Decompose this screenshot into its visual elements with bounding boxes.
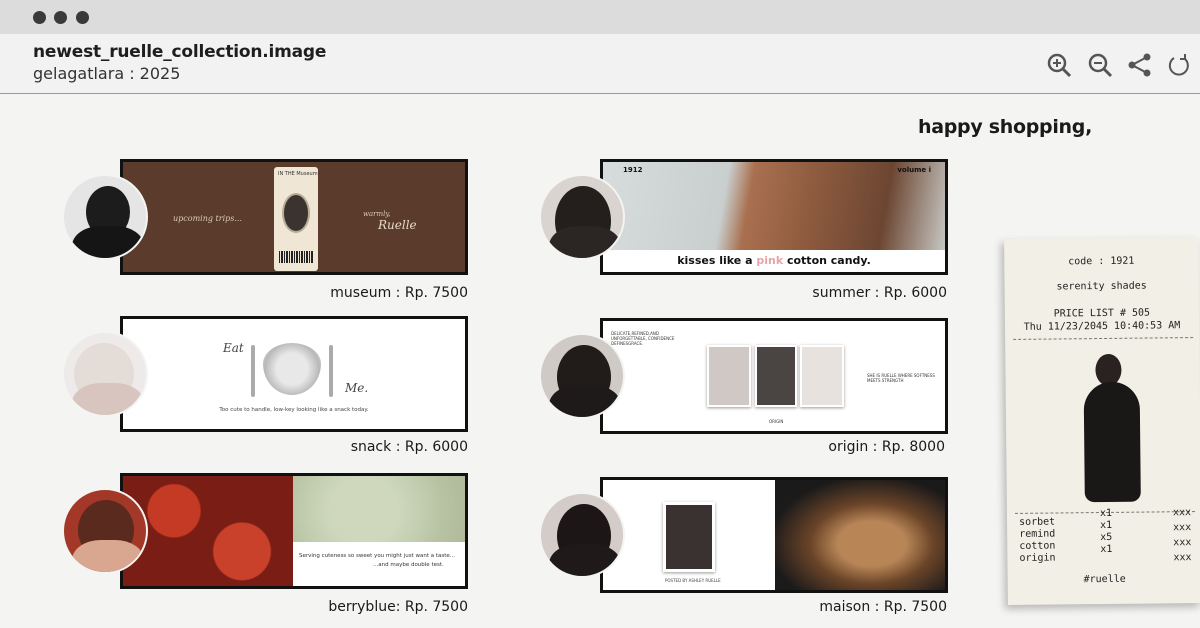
avatar-body (549, 385, 621, 417)
receipt-item-name: origin (1019, 552, 1056, 564)
receipt-item-qty: x1 (1100, 519, 1113, 532)
origin-photo-2 (755, 345, 797, 407)
museum-avatar[interactable] (62, 174, 148, 260)
origin-text-top: DELICATE,REFINED,AND UNFORGETTABLE, CONF… (611, 331, 675, 346)
receipt-code: code : 1921 (1068, 255, 1135, 268)
summer-landscape-photo (603, 162, 945, 250)
summer-number: 1912 (623, 166, 643, 174)
receipt-hashtag: #ruelle (1083, 573, 1126, 586)
receipt-item-price: xxx (1172, 507, 1192, 519)
ticket-portrait (282, 193, 310, 233)
receipt-item-price: xxx (1173, 552, 1192, 564)
avatar-body (549, 226, 621, 258)
receipt-item-name: sorbet (1018, 516, 1056, 528)
receipt-item-qtys: x1 x1 x5 x1 (1100, 508, 1113, 556)
ticket-text: IN THE Museum (278, 171, 318, 177)
summer-avatar[interactable] (539, 174, 625, 260)
receipt-item-qty: x1 (1100, 543, 1113, 556)
receipt-datetime: Thu 11/23/2045 10:40:53 AM (1023, 320, 1181, 333)
museum-ticket-image: IN THE Museum (274, 167, 318, 271)
file-subtitle: gelagatlara : 2025 (33, 64, 181, 83)
summer-volume: volume i (897, 166, 931, 174)
receipt-price-list: PRICE LIST # 505 (1053, 307, 1151, 320)
maison-leather-image (775, 480, 945, 590)
maison-polaroid-photo (663, 502, 715, 572)
snack-avatar[interactable] (62, 331, 148, 417)
snack-banner[interactable]: Eat Me. Too cute to handle, low-key look… (120, 316, 468, 432)
receipt-item-names: sorbet remind cotton origin (1019, 517, 1056, 565)
heart-plate-image (263, 343, 321, 395)
summer-price: summer : Rp. 6000 (812, 285, 947, 301)
maison-banner[interactable]: POSTED BY ASHLEY RUELLE (600, 477, 948, 593)
berryblue-banner[interactable]: Serving cuteness so sweet you might just… (120, 473, 468, 589)
refresh-icon[interactable] (1166, 52, 1192, 78)
origin-text-right: SHE IS RUELLE WHERE SOFTNESS MEETS STREN… (867, 373, 935, 383)
window-minimize-dot[interactable] (54, 11, 67, 24)
receipt-item-name: remind (1019, 528, 1056, 540)
origin-photo-1 (707, 345, 751, 407)
origin-banner[interactable]: DELICATE,REFINED,AND UNFORGETTABLE, CONF… (600, 318, 948, 434)
origin-photo-3 (800, 345, 844, 407)
caption-part: kisses like a (677, 254, 757, 267)
avatar-body (72, 383, 144, 415)
museum-banner-text: upcoming trips... (173, 214, 242, 223)
window-close-dot[interactable] (33, 11, 46, 24)
file-name: newest_ruelle_collection.image (33, 42, 327, 62)
avatar-body (549, 544, 621, 576)
image-header: newest_ruelle_collection.image gelagatla… (0, 34, 1200, 94)
avatar-body (72, 540, 144, 572)
price-receipt: code : 1921 serenity shades PRICE LIST #… (1004, 236, 1200, 606)
caption-highlight: pink (756, 254, 784, 267)
zoom-in-icon[interactable] (1046, 52, 1072, 78)
museum-banner[interactable]: upcoming trips... IN THE Museum warmly, … (120, 159, 468, 275)
receipt-item-prices: xxx xxx xxx xxx (1173, 505, 1192, 565)
fork-icon (251, 345, 255, 397)
museum-price: museum : Rp. 7500 (330, 285, 468, 301)
receipt-item-qty: x5 (1100, 531, 1113, 544)
berryblue-price: berryblue: Rp. 7500 (328, 599, 468, 615)
snack-me-text: Me. (345, 381, 369, 395)
window-maximize-dot[interactable] (76, 11, 89, 24)
summer-caption: kisses like a pink cotton candy. (603, 254, 945, 267)
summer-banner[interactable]: 1912 volume i kisses like a pink cotton … (600, 159, 948, 275)
snack-caption: Too cute to handle, low-key looking like… (219, 407, 369, 413)
avatar-body (72, 226, 144, 258)
berryblue-avatar[interactable] (62, 488, 148, 574)
barcode-icon (279, 251, 313, 263)
tagline: happy shopping, (918, 116, 1092, 138)
maison-avatar[interactable] (539, 492, 625, 578)
receipt-item-name: cotton (1019, 540, 1056, 552)
receipt-item-price: xxx (1173, 537, 1192, 549)
berry-caption-1: Serving cuteness so sweet you might just… (299, 553, 456, 559)
berry-fruit-image (123, 476, 293, 586)
receipt-name: serenity shades (1056, 280, 1147, 293)
origin-avatar[interactable] (539, 333, 625, 419)
museum-signoff: warmly, (363, 210, 391, 218)
share-icon[interactable] (1127, 52, 1153, 78)
receipt-item-price: xxx (1173, 522, 1192, 534)
maison-caption: POSTED BY ASHLEY RUELLE (665, 578, 721, 583)
berry-caption-2: ...and maybe double test. (373, 562, 444, 568)
window-titlebar (0, 0, 1200, 34)
maison-price: maison : Rp. 7500 (819, 599, 947, 615)
snack-eat-text: Eat (223, 341, 244, 355)
caption-part: cotton candy. (783, 254, 871, 267)
origin-price: origin : Rp. 8000 (828, 439, 945, 455)
model-body (1083, 381, 1141, 503)
receipt-item-qty: x1 (1099, 507, 1113, 520)
museum-signature: Ruelle (378, 218, 417, 232)
snack-price: snack : Rp. 6000 (350, 439, 468, 455)
origin-text-bottom: ORIGIN (769, 419, 784, 424)
knife-icon (329, 345, 333, 397)
zoom-out-icon[interactable] (1087, 52, 1113, 78)
receipt-divider (1013, 337, 1194, 340)
receipt-model-photo (1019, 341, 1191, 513)
